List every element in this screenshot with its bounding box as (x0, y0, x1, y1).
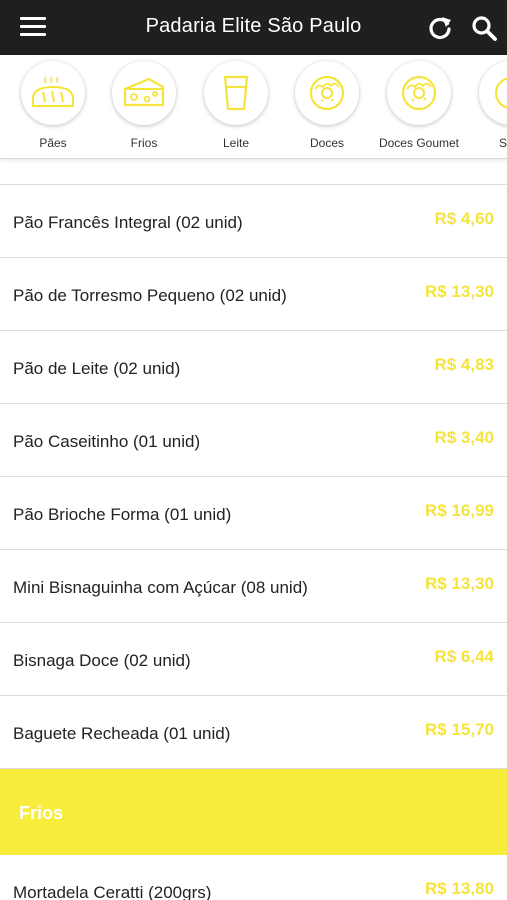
search-icon[interactable] (470, 14, 498, 42)
product-name: Pão de Torresmo Pequeno (02 unid) (13, 286, 287, 305)
product-name: Pão de Leite (02 unid) (13, 359, 181, 378)
product-price: R$ 13,30 (425, 574, 494, 593)
donut-icon (309, 75, 345, 111)
product-name: Mortadela Ceratti (200grs) (13, 883, 212, 900)
product-price: R$ 3,40 (434, 428, 494, 447)
product-price: R$ 6,44 (434, 647, 494, 666)
product-row[interactable]: Baguete Recheada (01 unid) R$ 15,70 (0, 696, 507, 769)
product-name: Bisnaga Doce (02 unid) (13, 651, 191, 670)
bread-icon (32, 76, 74, 107)
category-frios[interactable]: Frios (98, 61, 190, 157)
category-label: Doces Goumet (378, 136, 460, 150)
product-row[interactable]: Mortadela Ceratti (200grs) R$ 13,80 (0, 855, 507, 900)
product-name: Pão Caseitinho (01 unid) (13, 432, 201, 451)
product-price: R$ 13,30 (425, 282, 494, 301)
product-price: R$ 13,80 (425, 879, 494, 898)
product-name: Pão Brioche Forma (01 unid) (13, 505, 232, 524)
category-salgados[interactable]: Salg (465, 61, 507, 157)
refresh-icon[interactable] (426, 14, 454, 42)
product-name: Pão Francês Integral (02 unid) (13, 213, 243, 232)
category-label: Leite (222, 136, 250, 150)
category-label: Pães (39, 136, 67, 150)
product-row[interactable]: Pão Francês Integral (02 unid) R$ 4,60 (0, 185, 507, 258)
product-row[interactable]: Mini Bisnaguinha com Açúcar (08 unid) R$… (0, 550, 507, 623)
product-price: R$ 4,83 (434, 355, 494, 374)
product-list[interactable]: Pão Francês Integral (02 unid) R$ 4,60 P… (0, 158, 507, 900)
product-name: Mini Bisnaguinha com Açúcar (08 unid) (13, 578, 308, 597)
product-row[interactable]: Bisnaga Doce (02 unid) R$ 6,44 (0, 623, 507, 696)
milk-glass-icon (223, 75, 249, 111)
product-price: R$ 15,70 (425, 720, 494, 739)
top-app-bar: Padaria Elite São Paulo (0, 0, 507, 55)
list-item-partial (0, 158, 507, 185)
category-leite[interactable]: Leite (190, 61, 282, 157)
product-price: R$ 16,99 (425, 501, 494, 520)
category-doces[interactable]: Doces (281, 61, 373, 157)
snack-icon (494, 77, 507, 109)
cheese-icon (123, 77, 165, 107)
product-row[interactable]: Pão de Leite (02 unid) R$ 4,83 (0, 331, 507, 404)
category-label: Frios (130, 136, 158, 150)
product-row[interactable]: Pão Caseitinho (01 unid) R$ 3,40 (0, 404, 507, 477)
product-row[interactable]: Pão Brioche Forma (01 unid) R$ 16,99 (0, 477, 507, 550)
product-row[interactable]: Pão de Torresmo Pequeno (02 unid) R$ 13,… (0, 258, 507, 331)
donut-icon (401, 75, 437, 111)
category-label: Doces (309, 136, 344, 150)
category-paes[interactable]: Pães (7, 61, 99, 157)
category-label: Salg (498, 136, 507, 150)
section-header-frios: Frios (0, 769, 507, 855)
product-price: R$ 4,60 (434, 209, 494, 228)
category-doces-goumet[interactable]: Doces Goumet (373, 61, 465, 157)
product-name: Baguete Recheada (01 unid) (13, 724, 231, 743)
section-title: Frios (19, 803, 64, 823)
category-carousel[interactable]: Pães Frios Leite Doces Doces Goumet S (0, 55, 507, 159)
